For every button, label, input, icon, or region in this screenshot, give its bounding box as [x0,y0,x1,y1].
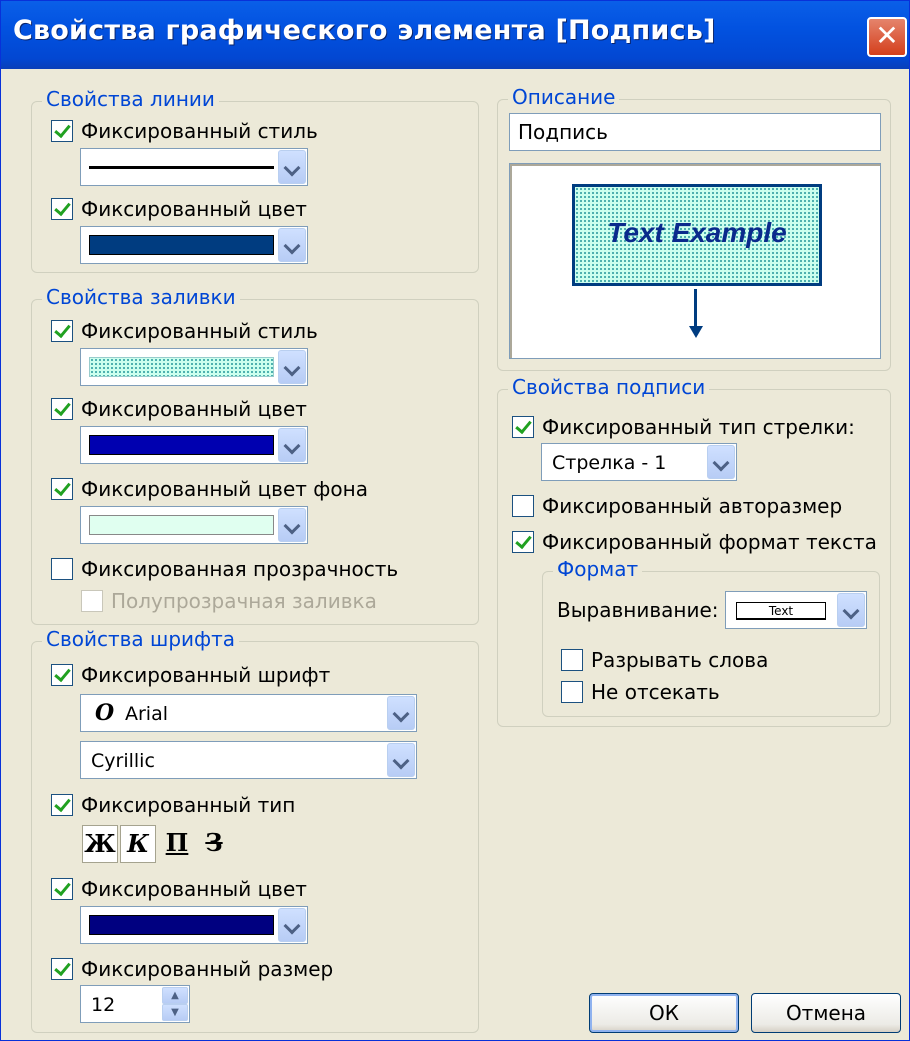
font-name-dropdown[interactable]: O Arial [80,694,417,732]
alignment-label: Выравнивание: [557,598,719,622]
fill-fixed-color-label: Фиксированный цвет [81,397,307,421]
ok-button[interactable]: ОК [589,993,739,1033]
preview-text: Text Example [607,217,787,248]
arrow-type-dropdown[interactable]: Стрелка - 1 [541,443,737,481]
chevron-down-icon[interactable] [707,445,735,479]
chevron-down-icon[interactable] [278,350,306,384]
chevron-down-icon[interactable] [278,908,306,942]
cancel-button[interactable]: Отмена [751,993,901,1033]
chevron-down-icon[interactable] [387,743,415,777]
preview-text-box: Text Example [572,184,822,286]
fill-bg-color-swatch [89,515,274,535]
dialog-window: Свойства графического элемента [Подпись]… [0,0,910,1041]
line-fixed-style-label: Фиксированный стиль [81,119,318,143]
caption-properties-legend: Свойства подписи [508,375,710,399]
chevron-down-icon[interactable] [837,593,865,627]
arrow-type-value: Стрелка - 1 [552,452,667,474]
spin-up-button[interactable]: ▲ [162,987,188,1004]
font-fixed-color-checkbox[interactable] [51,878,73,900]
font-color-swatch [89,915,274,935]
font-properties-legend: Свойства шрифта [42,627,240,651]
line-properties-legend: Свойства линии [42,87,219,111]
line-fixed-color-checkbox[interactable] [51,198,73,220]
italic-button[interactable]: К [120,825,156,863]
chevron-down-icon[interactable] [278,228,306,262]
fill-style-dropdown[interactable] [80,348,308,386]
fill-pattern-sample [89,357,274,377]
preview-arrow-head [689,326,703,338]
font-script-dropdown[interactable]: Cyrillic [80,741,417,779]
font-fixed-font-checkbox[interactable] [51,664,73,686]
fill-fixed-bg-color-checkbox[interactable] [51,478,73,500]
font-size-spinner[interactable]: 12 ▲ ▼ [80,985,190,1023]
font-fixed-font-label: Фиксированный шрифт [81,663,331,687]
fill-fixed-color-checkbox[interactable] [51,398,73,420]
format-legend: Формат [553,557,643,581]
line-color-swatch [89,235,274,255]
font-script-value: Cyrillic [91,750,155,772]
no-clip-checkbox[interactable] [561,681,583,703]
font-name-value: Arial [125,703,169,725]
fill-fixed-style-checkbox[interactable] [51,320,73,342]
fill-properties-legend: Свойства заливки [42,285,240,309]
alignment-dropdown[interactable]: Text [725,591,867,629]
preview-arrow-line [694,289,697,331]
alignment-sample-text: Text [768,604,794,618]
alignment-sample: Text [736,602,826,620]
bold-button[interactable]: Ж [82,825,118,863]
fixed-text-format-checkbox[interactable] [512,531,534,553]
fill-fixed-transparency-checkbox[interactable] [51,558,73,580]
line-fixed-color-label: Фиксированный цвет [81,197,307,221]
line-color-dropdown[interactable] [80,226,308,264]
fixed-text-format-label: Фиксированный формат текста [542,530,877,554]
font-fixed-size-checkbox[interactable] [51,958,73,980]
font-fixed-color-label: Фиксированный цвет [81,877,307,901]
wrap-words-checkbox[interactable] [561,649,583,671]
semi-transparent-fill-label: Полупрозрачная заливка [111,589,377,613]
wrap-words-label: Разрывать слова [591,648,769,672]
underline-button[interactable]: П [159,825,195,863]
title-bar[interactable]: Свойства графического элемента [Подпись]… [1,1,909,69]
fill-fixed-transparency-label: Фиксированная прозрачность [81,557,399,581]
line-style-dropdown[interactable] [80,148,308,186]
line-style-sample [89,166,274,169]
fixed-autosize-checkbox[interactable] [512,495,534,517]
font-fixed-size-label: Фиксированный размер [81,957,334,981]
fixed-autosize-label: Фиксированный авторазмер [542,494,843,518]
chevron-down-icon[interactable] [278,508,306,542]
chevron-down-icon[interactable] [278,428,306,462]
fixed-arrow-type-label: Фиксированный тип стрелки: [542,415,855,439]
chevron-down-icon[interactable] [387,696,415,730]
fill-color-dropdown[interactable] [80,426,308,464]
fill-color-swatch [89,435,274,455]
close-button[interactable]: ✕ [867,17,907,57]
fill-fixed-style-label: Фиксированный стиль [81,319,318,343]
preview-panel: Text Example [509,163,881,359]
fill-fixed-bg-color-label: Фиксированный цвет фона [81,477,368,501]
semi-transparent-fill-checkbox[interactable] [81,590,103,612]
font-color-dropdown[interactable] [80,906,308,944]
font-fixed-type-label: Фиксированный тип [81,793,296,817]
strikethrough-button[interactable]: З [196,825,232,863]
chevron-down-icon[interactable] [278,150,306,184]
font-type-icon: O [95,700,115,726]
fill-bg-color-dropdown[interactable] [80,506,308,544]
description-legend: Описание [508,85,620,109]
font-size-value: 12 [91,994,116,1016]
font-fixed-type-checkbox[interactable] [51,794,73,816]
no-clip-label: Не отсекать [591,680,720,704]
line-fixed-style-checkbox[interactable] [51,120,73,142]
window-title: Свойства графического элемента [Подпись] [13,15,716,46]
description-input[interactable]: Подпись [509,113,881,151]
fixed-arrow-type-checkbox[interactable] [512,416,534,438]
spin-down-button[interactable]: ▼ [162,1004,188,1021]
